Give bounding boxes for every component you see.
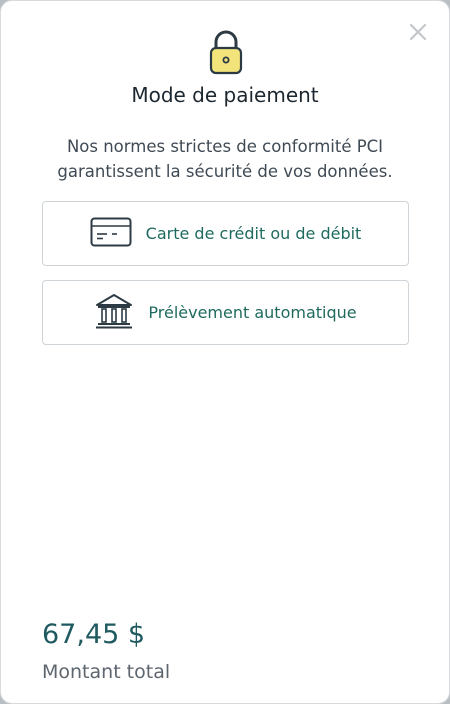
credit-debit-card-label: Carte de crédit ou de débit xyxy=(145,224,362,243)
total-amount: 67,45 $ xyxy=(42,619,146,650)
payment-method-dialog: Mode de paiement Nos normes strictes de … xyxy=(0,0,450,704)
lock-icon xyxy=(206,29,246,75)
security-description: Nos normes strictes de conformité PCI ga… xyxy=(57,137,393,181)
credit-debit-card-option[interactable]: Carte de crédit ou de débit xyxy=(42,201,409,266)
bank-icon xyxy=(94,293,134,333)
credit-card-icon xyxy=(90,217,132,251)
total-amount-label: Montant total xyxy=(42,661,171,683)
dialog-title: Mode de paiement xyxy=(131,83,319,107)
direct-debit-option[interactable]: Prélèvement automatique xyxy=(42,280,409,345)
direct-debit-label: Prélèvement automatique xyxy=(148,303,357,322)
close-icon[interactable] xyxy=(407,21,429,43)
